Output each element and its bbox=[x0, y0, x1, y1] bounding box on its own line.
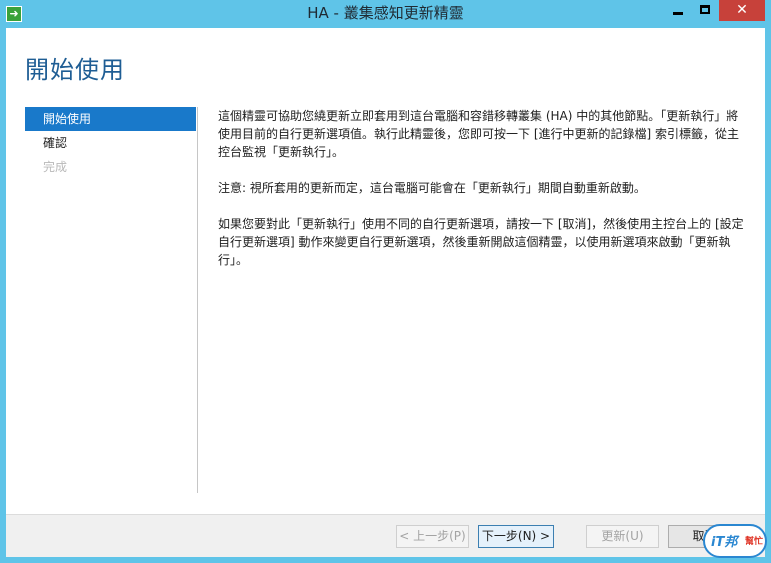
previous-button: < 上一步(P) bbox=[396, 525, 469, 548]
window-title: HA - 叢集感知更新精靈 bbox=[307, 4, 464, 22]
options-paragraph: 如果您要對此「更新執行」使用不同的自行更新選項，請按一下 [取消]，然後使用主控… bbox=[218, 217, 744, 267]
page-title: 開始使用 bbox=[25, 56, 125, 84]
wizard-window: ➜ HA - 叢集感知更新精靈 ✕ 開始使用 開始使用 確認 完成 這個精靈可協… bbox=[0, 0, 771, 563]
title-bar[interactable]: ➜ HA - 叢集感知更新精靈 ✕ bbox=[0, 0, 771, 28]
minimize-icon bbox=[673, 12, 683, 15]
note-paragraph: 注意: 視所套用的更新而定，這台電腦可能會在「更新執行」期間自動重新啟動。 bbox=[218, 181, 646, 195]
ithelp-watermark: iT邦 幫忙 bbox=[703, 524, 767, 558]
nav-divider bbox=[197, 107, 198, 493]
nav-step-getting-started[interactable]: 開始使用 bbox=[25, 107, 196, 131]
maximize-icon bbox=[700, 5, 710, 14]
button-bar: < 上一步(P) 下一步(N) > 更新(U) 取消 bbox=[6, 514, 765, 557]
nav-step-complete: 完成 bbox=[43, 160, 68, 174]
minimize-button[interactable] bbox=[665, 0, 691, 21]
next-button[interactable]: 下一步(N) > bbox=[478, 525, 554, 548]
close-icon: ✕ bbox=[736, 2, 748, 18]
intro-paragraph: 這個精靈可協助您繞更新立即套用到這台電腦和容錯移轉叢集 (HA) 中的其他節點。… bbox=[218, 109, 739, 159]
description-text: 這個精靈可協助您繞更新立即套用到這台電腦和容錯移轉叢集 (HA) 中的其他節點。… bbox=[218, 107, 748, 287]
close-button[interactable]: ✕ bbox=[719, 0, 765, 21]
watermark-text: iT邦 bbox=[711, 535, 738, 550]
wizard-steps-nav: 開始使用 確認 完成 bbox=[25, 107, 196, 179]
maximize-button[interactable] bbox=[692, 0, 718, 21]
wizard-body: 開始使用 開始使用 確認 完成 這個精靈可協助您繞更新立即套用到這台電腦和容錯移… bbox=[6, 28, 765, 557]
update-button: 更新(U) bbox=[586, 525, 659, 548]
watermark-sub: 幫忙 bbox=[745, 537, 764, 547]
nav-step-confirm[interactable]: 確認 bbox=[25, 131, 196, 155]
